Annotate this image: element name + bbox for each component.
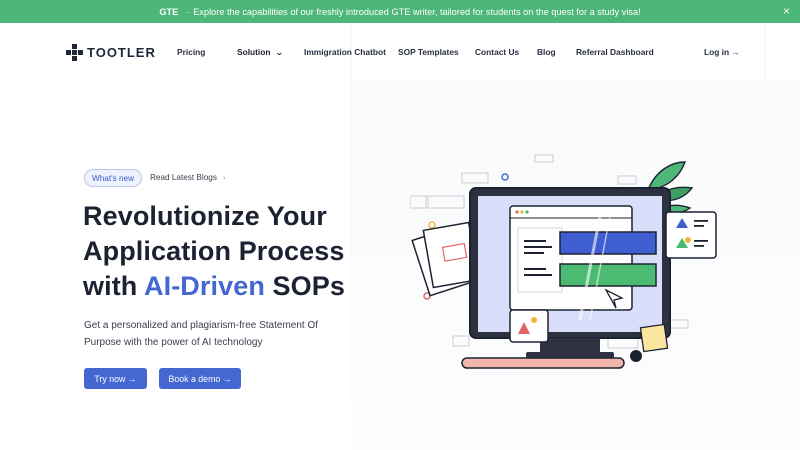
nav-sop-templates[interactable]: SOP Templates (398, 47, 459, 57)
hero-headline: Revolutionize Your Application Process w… (83, 199, 345, 304)
whats-new-badge[interactable]: What's new (84, 169, 143, 187)
chevron-down-icon: ⌄ (274, 48, 284, 57)
nav-blog[interactable]: Blog (537, 47, 556, 57)
announcement-separator: · (186, 6, 190, 17)
nav-contact-us[interactable]: Contact Us (475, 47, 519, 57)
headline-accent: AI-Driven (144, 271, 265, 301)
sticky-note-icon (639, 323, 669, 353)
nav-immigration-chatbot[interactable]: Immigration Chatbot (304, 47, 386, 57)
circle-decoration (501, 173, 509, 181)
book-demo-button[interactable]: Book a demo → (159, 368, 241, 389)
nav-pricing[interactable]: Pricing (177, 47, 205, 57)
headline-line-2: Application Process (83, 236, 345, 266)
login-link[interactable]: Log in → (704, 47, 740, 57)
hero-illustration (410, 154, 717, 369)
hero-subtext: Get a personalized and plagiarism-free S… (84, 320, 319, 348)
logo[interactable]: TOOTLER (66, 44, 156, 61)
headline-line-1: Revolutionize Your (83, 201, 327, 231)
try-now-button[interactable]: Try now → (84, 368, 147, 389)
image-card-icon (509, 309, 549, 343)
read-latest-blogs-link[interactable]: Read Latest Blogs › (150, 173, 226, 182)
nav-referral-dashboard[interactable]: Referral Dashboard (576, 47, 654, 57)
announcement-tag: GTE (159, 6, 179, 17)
document-papers-icon (411, 221, 480, 297)
top-navigation: TOOTLER Pricing Solution ⌄ Immigration Ch… (0, 23, 800, 81)
logo-icon (66, 44, 83, 61)
nav-solution[interactable]: Solution ⌄ (237, 47, 284, 57)
nav-solution-label: Solution (237, 47, 271, 57)
brand-name: TOOTLER (87, 45, 156, 60)
announcement-text[interactable]: Explore the capabilities of our freshly … (193, 7, 640, 17)
close-icon[interactable]: × (783, 4, 790, 18)
headline-line-3-pre: with (83, 271, 144, 301)
circle-decoration (428, 221, 436, 229)
announcement-bar: GTE · Explore the capabilities of our fr… (0, 0, 800, 23)
read-latest-blogs-label: Read Latest Blogs (150, 173, 217, 182)
chevron-right-icon: › (222, 173, 226, 182)
chart-card-icon (665, 211, 717, 259)
headline-line-3-post: SOPs (264, 271, 345, 301)
